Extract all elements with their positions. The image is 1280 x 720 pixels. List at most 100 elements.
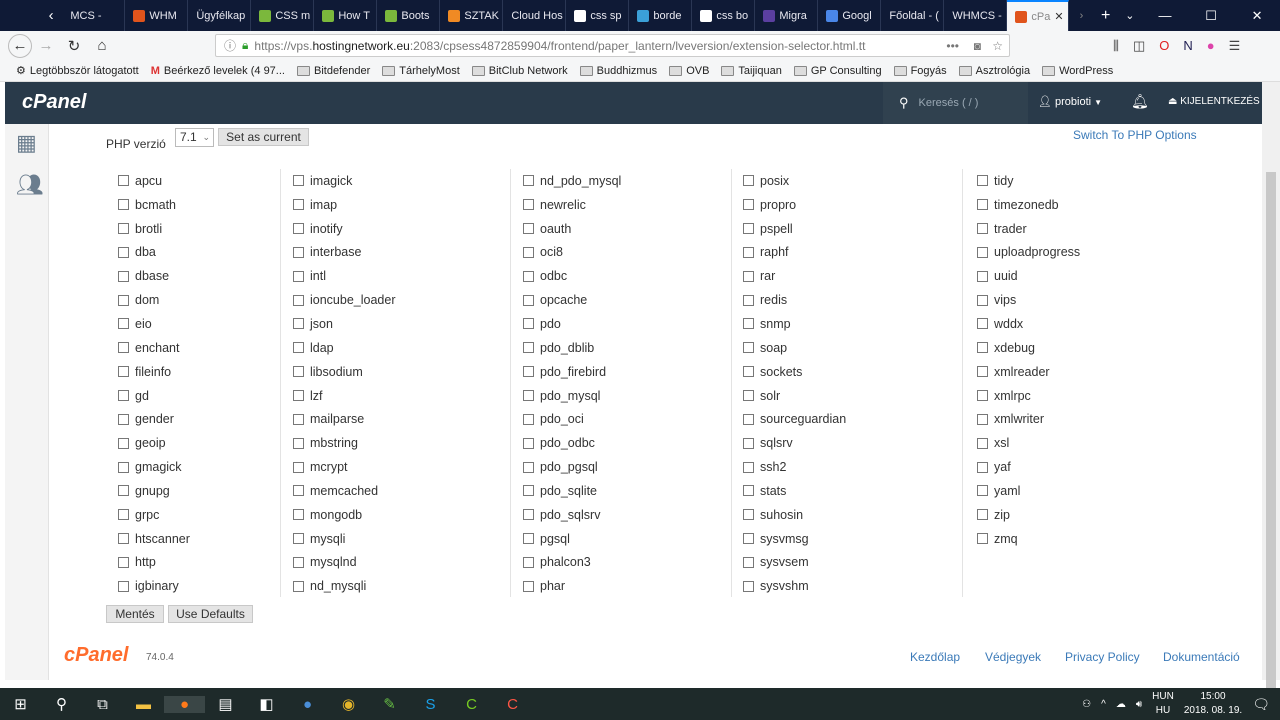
chrome-icon[interactable]: ◉ (328, 695, 369, 713)
use-defaults-button[interactable]: Use Defaults (168, 605, 253, 623)
extension-item[interactable]: mcrypt (293, 455, 396, 479)
extension-item[interactable]: sysvsem (743, 551, 846, 575)
extension-item[interactable]: imap (293, 193, 396, 217)
extension-checkbox[interactable] (293, 318, 304, 330)
extension-checkbox[interactable] (293, 246, 304, 258)
set-as-current-button[interactable]: Set as current (218, 128, 309, 146)
extension-item[interactable]: gender (118, 407, 190, 431)
extension-checkbox[interactable] (743, 342, 754, 354)
extension-checkbox[interactable] (118, 413, 129, 425)
start-icon[interactable]: ⊞ (0, 695, 41, 713)
extension-item[interactable]: fileinfo (118, 360, 190, 384)
onedrive-icon[interactable]: ☁ (1116, 699, 1126, 710)
extension-checkbox[interactable] (118, 533, 129, 545)
switch-to-php-options-link[interactable]: Switch To PHP Options (1073, 128, 1197, 142)
extension-checkbox[interactable] (118, 318, 129, 330)
save-button[interactable]: Mentés (106, 605, 164, 623)
extension-checkbox[interactable] (977, 318, 988, 330)
extension-item[interactable]: yaml (977, 479, 1080, 503)
browser-tab[interactable]: Ügyfélkap (188, 0, 252, 31)
extension-checkbox[interactable] (977, 533, 988, 545)
extension-checkbox[interactable] (743, 461, 754, 473)
extension-checkbox[interactable] (118, 461, 129, 473)
extension-item[interactable]: wddx (977, 312, 1080, 336)
info-icon[interactable]: ⓘ (224, 37, 236, 54)
extension-checkbox[interactable] (977, 223, 988, 235)
extension-checkbox[interactable] (118, 485, 129, 497)
extension-checkbox[interactable] (743, 509, 754, 521)
close-window-button[interactable]: ✕ (1234, 8, 1280, 24)
extension-checkbox[interactable] (523, 318, 534, 330)
bookmark-star-icon[interactable]: ☆ (992, 39, 1003, 53)
menu-icon[interactable]: ☰ (1229, 38, 1241, 54)
extension-checkbox[interactable] (977, 366, 988, 378)
extension-checkbox[interactable] (523, 485, 534, 497)
extension-checkbox[interactable] (523, 437, 534, 449)
tab-list-icon[interactable]: ⌄ (1118, 9, 1142, 22)
extension-checkbox[interactable] (743, 366, 754, 378)
extension-checkbox[interactable] (743, 246, 754, 258)
extension-checkbox[interactable] (743, 223, 754, 235)
extension-checkbox[interactable] (977, 509, 988, 521)
extension-checkbox[interactable] (293, 342, 304, 354)
extension-checkbox[interactable] (118, 246, 129, 258)
extension-item[interactable]: memcached (293, 479, 396, 503)
browser-tab[interactable]: How T (314, 0, 378, 31)
extension-checkbox[interactable] (977, 199, 988, 211)
app-icon[interactable]: ◧ (246, 695, 287, 713)
extension-item[interactable]: pspell (743, 217, 846, 241)
extension-checkbox[interactable] (293, 294, 304, 306)
bell-icon[interactable]: 🔔︎ (1131, 93, 1149, 110)
back-button[interactable]: ← (8, 33, 32, 58)
volume-icon[interactable]: 🔊︎ (1136, 699, 1142, 710)
extension-item[interactable]: inotify (293, 217, 396, 241)
bookmark-item[interactable]: TárhelyMost (382, 65, 460, 77)
maximize-button[interactable]: ☐ (1188, 8, 1234, 24)
extension-item[interactable]: xmlreader (977, 360, 1080, 384)
extension-checkbox[interactable] (118, 437, 129, 449)
color-extension-icon[interactable]: ● (1207, 38, 1215, 54)
footer-link-privacy[interactable]: Privacy Policy (1065, 650, 1140, 664)
extension-checkbox[interactable] (977, 437, 988, 449)
extension-item[interactable]: mbstring (293, 431, 396, 455)
extension-item[interactable]: sysvshm (743, 574, 846, 598)
extension-item[interactable]: phalcon3 (523, 551, 621, 575)
tab-scroll-left-icon[interactable]: ‹ (40, 7, 62, 24)
extension-item[interactable]: snmp (743, 312, 846, 336)
extension-checkbox[interactable] (118, 509, 129, 521)
extension-item[interactable]: imagick (293, 169, 396, 193)
extension-item[interactable]: mysqlnd (293, 551, 396, 575)
extension-checkbox[interactable] (743, 175, 754, 187)
extension-item[interactable]: dba (118, 241, 190, 265)
extension-checkbox[interactable] (523, 246, 534, 258)
extension-checkbox[interactable] (523, 294, 534, 306)
extension-item[interactable]: sqlsrv (743, 431, 846, 455)
bookmark-item[interactable]: Buddhizmus (579, 65, 657, 77)
extension-checkbox[interactable] (293, 199, 304, 211)
extension-checkbox[interactable] (523, 533, 534, 545)
notepad-icon[interactable]: ✎ (369, 695, 410, 713)
browser-tab[interactable]: WHMCS - (944, 0, 1008, 31)
extension-item[interactable]: sockets (743, 360, 846, 384)
extension-item[interactable]: pdo_firebird (523, 360, 621, 384)
search-input[interactable]: ⚲ Keresés ( / ) (883, 82, 1028, 124)
extension-item[interactable]: tidy (977, 169, 1080, 193)
extension-checkbox[interactable] (977, 294, 988, 306)
extension-item[interactable]: xmlrpc (977, 384, 1080, 408)
browser-tab[interactable]: Cloud Hos (503, 0, 567, 31)
extension-checkbox[interactable] (977, 246, 988, 258)
extension-checkbox[interactable] (523, 223, 534, 235)
extension-item[interactable]: zip (977, 503, 1080, 527)
extension-item[interactable]: suhosin (743, 503, 846, 527)
extension-checkbox[interactable] (523, 270, 534, 282)
users-icon[interactable]: 👥︎ (16, 172, 44, 198)
extension-item[interactable]: opcache (523, 288, 621, 312)
extension-item[interactable]: interbase (293, 241, 396, 265)
extension-n-icon[interactable]: N (1183, 38, 1192, 54)
extension-item[interactable]: posix (743, 169, 846, 193)
extension-checkbox[interactable] (293, 485, 304, 497)
extension-item[interactable]: mongodb (293, 503, 396, 527)
extension-item[interactable]: geoip (118, 431, 190, 455)
extension-item[interactable]: eio (118, 312, 190, 336)
bookmark-item[interactable]: ⚙ Legtöbbször látogatott (16, 64, 139, 78)
